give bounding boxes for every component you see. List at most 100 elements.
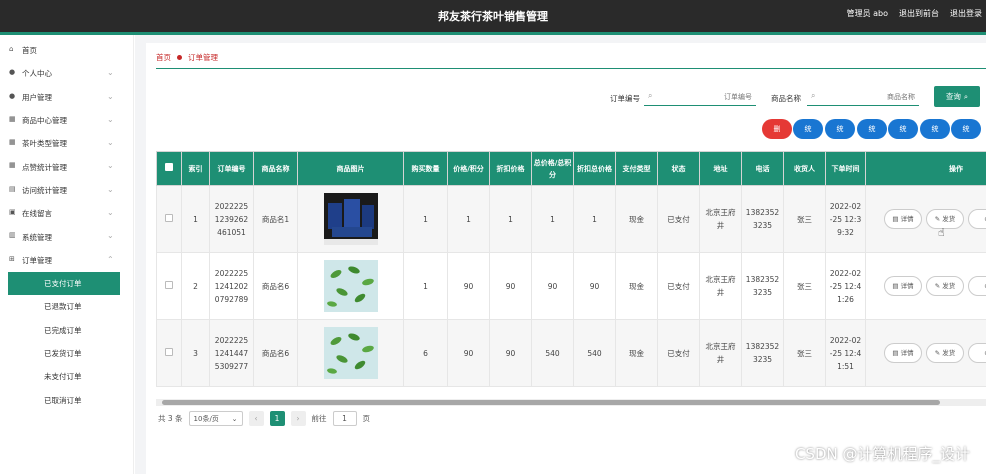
sidebar-item-profile[interactable]: ● 个人中心 ⌄ — [0, 62, 133, 85]
row-select-cell[interactable] — [156, 319, 182, 387]
chevron-down-icon: ⌄ — [107, 184, 114, 194]
document-icon: ▤ — [892, 281, 899, 290]
column-header: 收货人 — [783, 151, 826, 186]
stats-button-1[interactable]: 统 — [793, 119, 823, 139]
delete-button[interactable]: 删 — [762, 119, 792, 139]
breadcrumb-home[interactable]: 首页 — [156, 52, 171, 63]
row-checkbox[interactable] — [165, 347, 173, 356]
breadcrumb-divider — [156, 68, 986, 69]
order-no-field[interactable]: ⌕ — [644, 88, 756, 106]
table-row[interactable]: 1 2022225 1239262 461051 商品名1 1 1 1 1 1 现金 已支付 北京王… — [156, 185, 986, 253]
page-size-value: 10条/页 — [193, 414, 219, 423]
page-size-select[interactable]: 10条/页 ⌄ — [188, 411, 243, 426]
sidebar-item-label: 在线留言 — [22, 209, 52, 219]
more-button[interactable]: ⊘ — [968, 343, 986, 363]
column-header: 地址 — [699, 151, 742, 186]
row-checkbox[interactable] — [165, 213, 173, 222]
query-button-label: 查询 — [945, 92, 961, 101]
header-select-all[interactable] — [156, 151, 182, 186]
message-icon: ▣ — [9, 208, 16, 217]
select-all-checkbox[interactable] — [165, 162, 173, 171]
row-actions: ▤详情✎发货⊘ — [865, 185, 986, 253]
user-icon: ● — [9, 68, 16, 77]
scrollbar-thumb[interactable] — [162, 400, 940, 405]
product-name-input[interactable] — [807, 88, 919, 105]
current-page[interactable]: 1 — [269, 411, 285, 426]
user-label[interactable]: 管理员 abo — [847, 8, 888, 19]
row-select-cell[interactable] — [156, 185, 182, 253]
sidebar-subitem-completed-orders[interactable]: 已完成订单 — [0, 319, 133, 342]
prev-page-button[interactable]: ‹ — [248, 411, 264, 426]
more-button[interactable]: ⊘ — [968, 209, 986, 229]
more-button[interactable]: ⊘ — [968, 276, 986, 296]
ship-button[interactable]: ✎ 发货 — [926, 343, 964, 363]
ship-button[interactable]: ✎ 发货 — [926, 209, 964, 229]
cell-index: 1 — [181, 185, 210, 253]
sidebar-subitem-cancelled-orders[interactable]: 已取消订单 — [0, 388, 133, 411]
sidebar-subitem-refunded-orders[interactable]: 已退款订单 — [0, 295, 133, 318]
ship-button-label: 发货 — [942, 281, 956, 290]
product-name-field[interactable]: ⌕ — [807, 88, 919, 106]
detail-button[interactable]: ▤ 详情 — [884, 209, 922, 229]
query-button[interactable]: 查询 ⌕ — [934, 86, 980, 107]
stats-button-3[interactable]: 统 — [857, 119, 887, 139]
detail-button[interactable]: ▤ 详情 — [884, 276, 922, 296]
cell-index: 3 — [181, 319, 210, 387]
cell-receiver: 张三 — [783, 252, 826, 320]
row-checkbox[interactable] — [165, 280, 173, 289]
sidebar-subitem-unpaid-orders[interactable]: 未支付订单 — [0, 365, 133, 388]
stats-button-6[interactable]: 统 — [951, 119, 981, 139]
back-to-site-link[interactable]: 退出到前台 — [899, 8, 939, 19]
breadcrumb-separator-icon — [177, 55, 182, 60]
sidebar-item-users[interactable]: ● 用户管理 ⌄ — [0, 86, 133, 109]
user-icon: ● — [9, 91, 16, 100]
page-unit-label: 页 — [362, 414, 371, 423]
order-no-input[interactable] — [644, 88, 756, 105]
app-title: 邦友茶行茶叶销售管理 — [438, 10, 548, 23]
sidebar-item-orders[interactable]: ⊞ 订单管理 ⌃ — [0, 249, 133, 272]
ship-button[interactable]: ✎ 发货 — [926, 276, 964, 296]
search-icon: ⌕ — [963, 91, 969, 101]
cell-total: 90 — [531, 252, 574, 320]
column-header: 总价格/总积分 — [531, 151, 574, 186]
cell-discount-price: 90 — [489, 319, 532, 387]
column-header: 索引 — [181, 151, 210, 186]
sidebar-item-visits[interactable]: ▤ 访问统计管理 ⌄ — [0, 179, 133, 202]
sidebar-item-label: 订单管理 — [22, 255, 52, 265]
top-links: 管理员 abo 退出到前台 退出登录 — [847, 8, 982, 19]
horizontal-scrollbar[interactable] — [156, 399, 986, 406]
logout-link[interactable]: 退出登录 — [950, 8, 982, 19]
orders-table-container[interactable]: 索引 订单编号 商品名称 商品图片 购买数量 价格/积分 折扣价格 总价格/总积… — [156, 151, 986, 399]
sidebar-item-tea-types[interactable]: ▦ 茶叶类型管理 ⌄ — [0, 132, 133, 155]
next-page-button[interactable]: › — [290, 411, 306, 426]
sidebar-item-label: 个人中心 — [22, 69, 52, 79]
table-row[interactable]: 2 2022225 1241202 0792789 商品名6 1 90 90 90 90 现金已… — [156, 252, 986, 320]
ship-button-label: 发货 — [942, 214, 956, 223]
stats-button-4[interactable]: 统 — [888, 119, 918, 139]
sidebar-item-products[interactable]: ▦ 商品中心管理 ⌄ — [0, 109, 133, 132]
watermark: CSDN @计算机程序_设计 — [794, 445, 970, 463]
table-header-row: 索引 订单编号 商品名称 商品图片 购买数量 价格/积分 折扣价格 总价格/总积… — [156, 151, 986, 186]
document-icon: ▤ — [892, 214, 899, 223]
stats-button-2[interactable]: 统 — [825, 119, 855, 139]
chevron-down-icon: ⌄ — [107, 161, 114, 171]
table-row[interactable]: 3 2022225 1241447 5309277 商品名6 6 90 90 540 540 现… — [156, 319, 986, 387]
cell-status: 已支付 — [657, 185, 700, 253]
breadcrumb-current: 订单管理 — [188, 53, 218, 62]
sidebar-item-home[interactable]: ⌂ 首页 — [0, 39, 133, 62]
sidebar-subitem-shipped-orders[interactable]: 已发货订单 — [0, 342, 133, 365]
sidebar-subitem-paid-orders[interactable]: 已支付订单 — [8, 271, 120, 296]
goto-page-input[interactable]: 1 — [332, 411, 357, 426]
detail-button[interactable]: ▤ 详情 — [884, 343, 922, 363]
sidebar-item-messages[interactable]: ▣ 在线留言 ⌄ — [0, 202, 133, 225]
cell-discount-price: 90 — [489, 252, 532, 320]
product-image-cell — [297, 185, 404, 253]
stats-button-5[interactable]: 统 — [920, 119, 950, 139]
sidebar-item-system[interactable]: ▥ 系统管理 ⌄ — [0, 225, 133, 248]
sidebar: ⌂ 首页 ● 个人中心 ⌄ ● 用户管理 ⌄ ▦ 商品中心管理 ⌄ ▦ 茶叶类型… — [0, 35, 134, 474]
cell-price: 90 — [447, 319, 490, 387]
sidebar-item-likes[interactable]: ▦ 点赞统计管理 ⌄ — [0, 155, 133, 178]
row-select-cell[interactable] — [156, 252, 182, 320]
goto-label: 前往 — [311, 414, 327, 423]
cell-discount-price: 1 — [489, 185, 532, 253]
